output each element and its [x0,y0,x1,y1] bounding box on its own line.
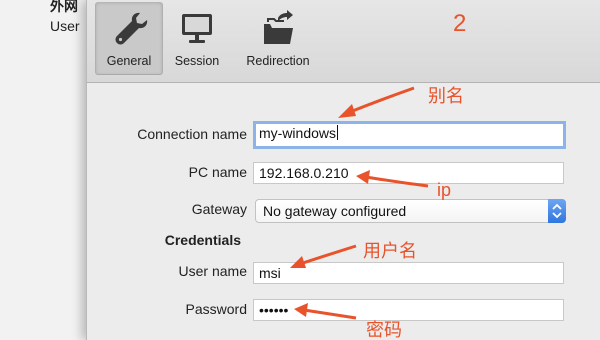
arrow-username [299,244,357,266]
annotation-alias: 别名 [428,86,464,106]
annotation-ip: ip [437,180,452,200]
arrow-ip-head [356,170,370,184]
annotation-arrows [290,86,429,320]
annotation-password: 密码 [366,320,402,340]
annotation-username: 用户名 [363,241,417,261]
arrow-alias-head [338,104,356,118]
arrow-alias [349,86,415,114]
arrow-ip [365,175,429,188]
screenshot-root: 外网 User General Session Redirection 2 Co… [0,0,600,340]
arrow-password-head [294,303,308,317]
arrow-username-head [290,256,306,268]
arrow-password [303,308,357,320]
